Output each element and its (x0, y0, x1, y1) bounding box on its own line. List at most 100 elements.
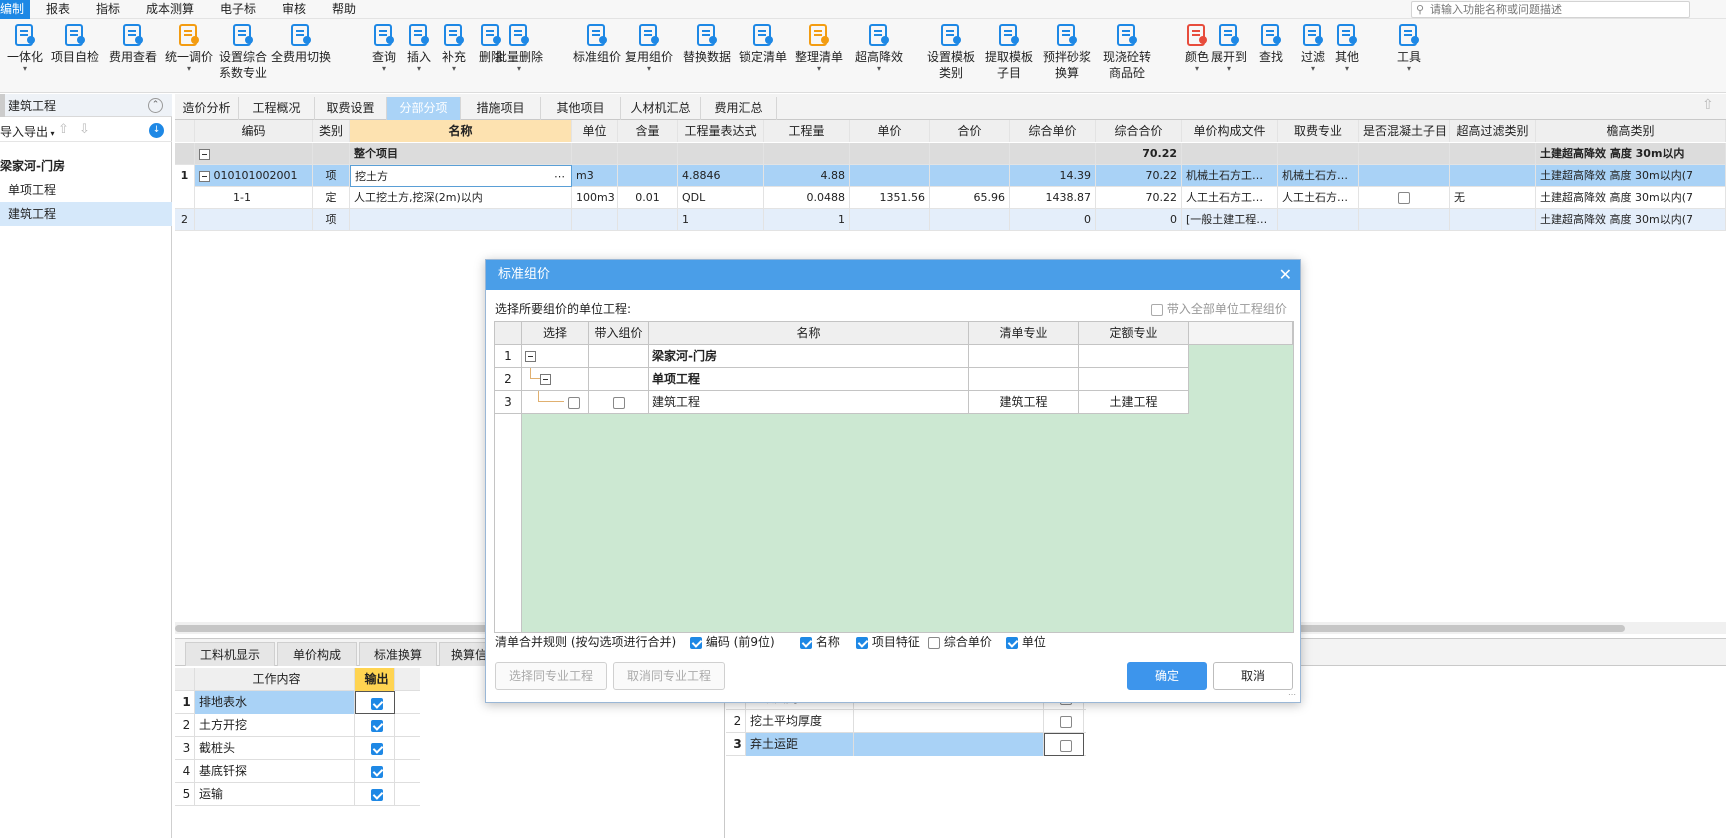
output-checkbox[interactable] (370, 788, 383, 801)
merge-option-checkbox[interactable] (856, 636, 868, 649)
bring-all-option[interactable]: 带入全部单位工程组价 (1151, 300, 1287, 317)
bring-pricing-cell[interactable] (589, 345, 649, 368)
cell-eave[interactable]: 土建超高降效 高度 30m以内(7 (1536, 209, 1726, 231)
output-checkbox[interactable] (370, 742, 383, 755)
menu-index[interactable]: 指标 (90, 0, 126, 19)
list-item[interactable]: 2 挖土平均厚度 (726, 710, 1086, 733)
header-uprice[interactable]: 综合单价 (1010, 120, 1096, 142)
select-cell[interactable] (522, 391, 589, 414)
tab-fee-summary[interactable]: 费用汇总 (701, 97, 777, 120)
select-cell[interactable] (522, 345, 589, 368)
close-icon[interactable]: ✕ (1279, 260, 1292, 290)
move-down-icon[interactable]: ⇩ (79, 122, 90, 137)
cell-filter[interactable] (1450, 143, 1536, 165)
toolbar-button-8[interactable]: 补充 ▾ (437, 23, 471, 91)
cell-concrete[interactable] (1359, 209, 1450, 231)
header-concrete[interactable]: 是否混凝土子目 (1359, 120, 1450, 142)
cell-utotal[interactable]: 70.22 (1096, 165, 1182, 187)
header-utotal[interactable]: 综合合价 (1096, 120, 1182, 142)
feature-checkbox[interactable] (1059, 715, 1072, 728)
output-cell[interactable] (355, 737, 395, 760)
merge-option-checkbox[interactable] (690, 636, 702, 649)
list-item[interactable]: 5 运输 (175, 783, 420, 806)
toolbar-button-10[interactable]: 批量删除 ▾ (491, 23, 547, 91)
tree-node-single-item[interactable]: 单项工程 (0, 178, 172, 202)
table-row[interactable]: 2 单项工程 (495, 368, 1189, 391)
list-item[interactable]: 4 基底钎探 (175, 760, 420, 783)
cell-unit[interactable] (572, 143, 618, 165)
menu-e-bid[interactable]: 电子标 (214, 0, 262, 19)
select-checkbox[interactable] (567, 396, 580, 409)
tab-fee-setting[interactable]: 取费设置 (315, 97, 387, 120)
output-cell[interactable] (355, 691, 395, 714)
table-row[interactable]: 3 建筑工程 建筑工程 土建工程 (495, 391, 1189, 414)
cell-total[interactable] (930, 209, 1010, 231)
header-no[interactable] (175, 120, 195, 142)
cell-expr[interactable] (678, 143, 764, 165)
cell-no[interactable]: 1 (175, 165, 195, 187)
cell-file[interactable]: [一般土建工程… (1182, 209, 1278, 231)
header-type[interactable]: 类别 (313, 120, 350, 142)
chevron-down-icon[interactable]: ▾ (1392, 65, 1426, 73)
menu-report[interactable]: 报表 (40, 0, 76, 19)
toolbar-button-22[interactable]: 展开到 ▾ (1209, 23, 1249, 91)
cell-price[interactable]: 1351.56 (850, 187, 930, 209)
chevron-down-icon[interactable]: ▾ (621, 65, 677, 73)
cell-concrete[interactable] (1359, 143, 1450, 165)
feature-output-cell[interactable] (1044, 710, 1084, 733)
toolbar-button-14[interactable]: 锁定清单 (735, 23, 791, 91)
merge-option[interactable]: 综合单价 (928, 634, 992, 650)
toolbar-button-13[interactable]: 替换数据 (679, 23, 735, 91)
cell-content[interactable] (618, 165, 678, 187)
table-row[interactable]: 1 梁家河-门房 (495, 345, 1189, 368)
cell-qty[interactable]: 4.88 (764, 165, 850, 187)
chevron-down-icon[interactable]: ▾ (1209, 65, 1249, 73)
header-unit[interactable]: 单位 (572, 120, 618, 142)
more-icon[interactable]: ⋯ (554, 166, 565, 186)
toolbar-button-19[interactable]: 预拌砂浆 换算 (1039, 23, 1095, 91)
cell-file[interactable]: 人工土石方工… (1182, 187, 1278, 209)
search-input[interactable] (1430, 2, 1685, 17)
merge-option[interactable]: 项目特征 (856, 634, 920, 650)
cell-utotal[interactable]: 70.22 (1096, 187, 1182, 209)
toolbar-button-26[interactable]: 工具 ▾ (1392, 23, 1426, 91)
cell-unit[interactable] (572, 209, 618, 231)
concrete-checkbox[interactable] (1398, 192, 1410, 204)
cell-uprice[interactable]: 0 (1010, 209, 1096, 231)
tab-materials-display[interactable]: 工料机显示 (185, 642, 275, 666)
cell-file[interactable]: 机械土石方工… (1182, 165, 1278, 187)
chevron-down-icon[interactable]: ▾ (367, 65, 401, 73)
feature-value[interactable] (854, 733, 1044, 756)
cell-qty[interactable]: 0.0488 (764, 187, 850, 209)
cell-file[interactable] (1182, 143, 1278, 165)
cell-qty[interactable]: 1 (764, 209, 850, 231)
list-item[interactable]: 3 截桩头 (175, 737, 420, 760)
merge-option-checkbox[interactable] (1006, 636, 1018, 649)
cell-code[interactable]: 010101002001 (195, 165, 313, 187)
cancel-button[interactable]: 取消 (1213, 662, 1293, 690)
tab-sub-items[interactable]: 分部分项 (387, 97, 461, 120)
output-checkbox[interactable] (370, 765, 383, 778)
chevron-down-icon[interactable]: ▾ (851, 65, 907, 73)
move-up-icon[interactable]: ⇧ (58, 122, 69, 137)
tab-measures[interactable]: 措施项目 (461, 97, 541, 120)
cell-eave[interactable]: 土建超高降效 高度 30m以内(7 (1536, 187, 1726, 209)
cell-type[interactable] (313, 143, 350, 165)
cell-content[interactable] (618, 143, 678, 165)
header-expr[interactable]: 工程量表达式 (678, 120, 764, 142)
cell-spec[interactable] (1278, 143, 1359, 165)
cell-expr[interactable]: 1 (678, 209, 764, 231)
output-cell[interactable] (355, 760, 395, 783)
toolbar-button-24[interactable]: 过滤 ▾ (1296, 23, 1330, 91)
list-item[interactable]: 3 弃土运距 (726, 733, 1086, 756)
search-box[interactable]: ⚲ (1411, 1, 1690, 18)
cell-code[interactable] (195, 143, 313, 165)
cell-total[interactable] (930, 165, 1010, 187)
cell-content[interactable] (618, 209, 678, 231)
chevron-down-icon[interactable]: ▾ (402, 65, 436, 73)
toolbar-button-25[interactable]: 其他 ▾ (1330, 23, 1364, 91)
header-total[interactable]: 合价 (930, 120, 1010, 142)
cell-type[interactable]: 项 (313, 209, 350, 231)
toolbar-button-4[interactable]: 设置综合 系数专业 (215, 23, 271, 91)
cell-uprice[interactable]: 1438.87 (1010, 187, 1096, 209)
